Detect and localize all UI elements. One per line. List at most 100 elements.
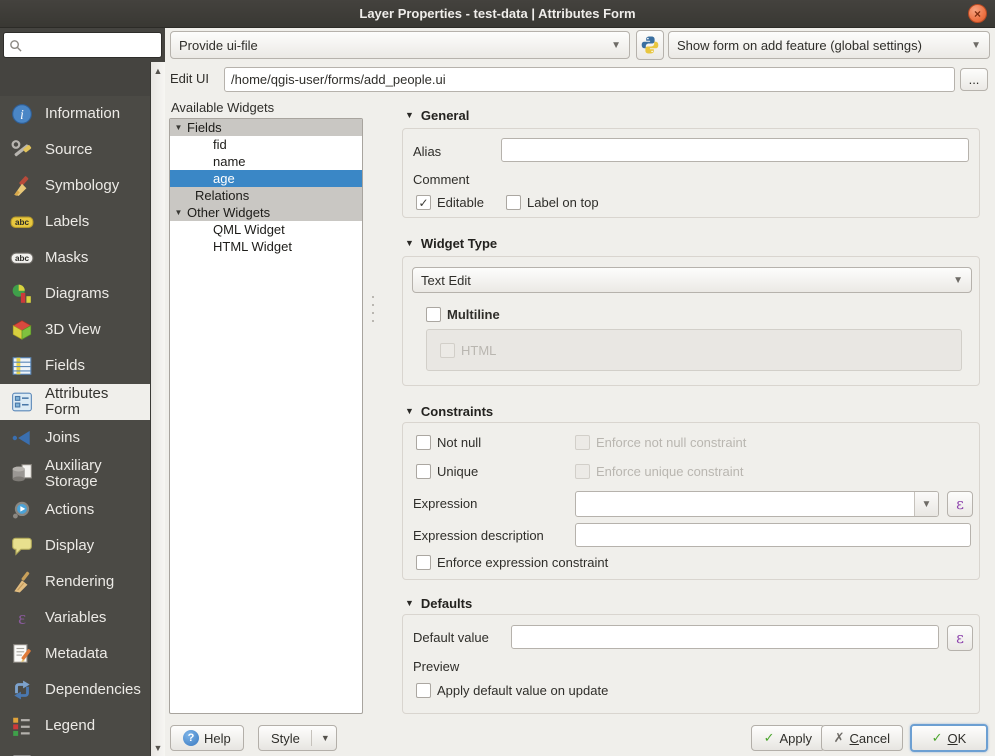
python-init-button[interactable] [636, 30, 664, 60]
tree-item-other-widgets[interactable]: ▼ Other Widgets [170, 204, 362, 221]
available-widgets-title: Available Widgets [171, 100, 274, 115]
editable-checkbox-row[interactable]: ✓ Editable [416, 195, 484, 210]
sidebar-item-actions[interactable]: Actions [0, 492, 150, 528]
collapse-icon: ▼ [405, 110, 414, 120]
widget-type-value: Text Edit [421, 273, 471, 288]
cancel-button[interactable]: ✗ Cancel [821, 725, 903, 751]
dialog-footer: ? Help Style ▼ ✓ Apply ✗ Cancel ✓ OK [165, 722, 995, 756]
sidebar-item-fields[interactable]: Fields [0, 348, 150, 384]
sidebar-item-qgis-server[interactable]: QGIS Server [0, 744, 150, 756]
alias-label: Alias [413, 144, 441, 159]
editable-checkbox[interactable]: ✓ [416, 195, 431, 210]
ok-button[interactable]: ✓ OK [910, 724, 988, 752]
section-general[interactable]: ▼ General [397, 106, 469, 124]
alias-input[interactable] [501, 138, 969, 162]
sidebar-item-3d-view[interactable]: 3D View [0, 312, 150, 348]
multiline-options-box: HTML [426, 329, 962, 371]
close-icon[interactable]: × [968, 4, 987, 23]
help-button[interactable]: ? Help [170, 725, 244, 751]
available-widgets-tree: ▼ Fields fid name age Relations ▼ Other … [169, 118, 363, 714]
unique-checkbox-row[interactable]: Unique [416, 464, 478, 479]
tree-item-qml-widget[interactable]: QML Widget [170, 221, 362, 238]
apply-button-label: Apply [779, 731, 812, 746]
label-on-top-checkbox-row[interactable]: Label on top [506, 195, 599, 210]
splitter-handle[interactable] [370, 296, 376, 322]
sidebar-item-dependencies[interactable]: Dependencies [0, 672, 150, 708]
attributes-form-icon [10, 390, 34, 414]
sidebar-item-label: Variables [45, 610, 106, 627]
tree-item-html-widget[interactable]: HTML Widget [170, 238, 362, 255]
sidebar-item-labels[interactable]: abc Labels [0, 204, 150, 240]
sidebar-item-information[interactable]: i Information [0, 96, 150, 132]
enforce-expression-checkbox[interactable] [416, 555, 431, 570]
multiline-checkbox-row[interactable]: Multiline [426, 307, 500, 322]
multiline-label: Multiline [447, 307, 500, 322]
tree-item-label: name [213, 154, 246, 169]
tree-item-relations[interactable]: Relations [170, 187, 362, 204]
sidebar-item-label: Display [45, 538, 94, 555]
label-on-top-checkbox[interactable] [506, 195, 521, 210]
browse-button[interactable]: ... [960, 68, 988, 91]
not-null-checkbox-row[interactable]: Not null [416, 435, 481, 450]
unique-checkbox[interactable] [416, 464, 431, 479]
section-title: General [421, 108, 469, 123]
auxiliary-storage-icon [10, 462, 34, 486]
svg-text:abc: abc [15, 254, 30, 263]
sidebar-item-source[interactable]: Source [0, 132, 150, 168]
display-icon [10, 534, 34, 558]
sidebar-item-metadata[interactable]: Metadata [0, 636, 150, 672]
default-expression-builder-button[interactable]: ε [947, 625, 973, 651]
default-value-label: Default value [413, 630, 489, 645]
collapse-icon: ▼ [405, 598, 414, 608]
tree-item-label: age [213, 171, 235, 186]
sidebar-item-symbology[interactable]: Symbology [0, 168, 150, 204]
sidebar-item-legend[interactable]: Legend [0, 708, 150, 744]
tree-item-age[interactable]: age [170, 170, 362, 187]
tree-item-fields[interactable]: ▼ Fields [170, 119, 362, 136]
tree-item-name[interactable]: name [170, 153, 362, 170]
multiline-checkbox[interactable] [426, 307, 441, 322]
edit-ui-label: Edit UI [170, 71, 209, 86]
sidebar-item-attributes-form[interactable]: Attributes Form [0, 384, 150, 420]
chevron-down-icon[interactable]: ▼ [914, 492, 938, 516]
expression-description-input[interactable] [575, 523, 971, 547]
apply-default-on-update-checkbox-row[interactable]: Apply default value on update [416, 683, 608, 698]
expression-builder-button[interactable]: ε [947, 491, 973, 517]
sidebar-scrollbar[interactable]: ▼ [150, 96, 165, 756]
enforce-unique-checkbox-row: Enforce unique constraint [575, 464, 743, 479]
widget-type-dropdown[interactable]: Text Edit ▼ [412, 267, 972, 293]
collapse-icon: ▼ [405, 406, 414, 416]
enforce-unique-checkbox [575, 464, 590, 479]
style-button[interactable]: Style ▼ [258, 725, 337, 751]
ui-mode-dropdown[interactable]: Provide ui-file ▼ [170, 31, 630, 59]
expression-dropdown[interactable]: ▼ [575, 491, 939, 517]
sidebar-item-rendering[interactable]: Rendering [0, 564, 150, 600]
sidebar-item-masks[interactable]: abc Masks [0, 240, 150, 276]
titlebar[interactable]: Layer Properties - test-data | Attribute… [0, 0, 995, 28]
label-on-top-label: Label on top [527, 195, 599, 210]
section-defaults[interactable]: ▼ Defaults [397, 594, 472, 612]
cube-3d-icon [10, 318, 34, 342]
apply-default-on-update-checkbox[interactable] [416, 683, 431, 698]
sidebar-item-diagrams[interactable]: Diagrams [0, 276, 150, 312]
search-box[interactable] [3, 32, 162, 58]
section-constraints[interactable]: ▼ Constraints [397, 402, 493, 420]
enforce-expression-checkbox-row[interactable]: Enforce expression constraint [416, 555, 608, 570]
feature-mode-dropdown[interactable]: Show form on add feature (global setting… [668, 31, 990, 59]
enforce-not-null-checkbox [575, 435, 590, 450]
sidebar-item-joins[interactable]: Joins [0, 420, 150, 456]
edit-ui-path-input[interactable] [224, 67, 955, 92]
svg-text:ε: ε [18, 608, 26, 629]
not-null-checkbox[interactable] [416, 435, 431, 450]
sidebar-item-auxiliary-storage[interactable]: Auxiliary Storage [0, 456, 150, 492]
sidebar-scroll-up[interactable]: ▲ [150, 62, 165, 96]
sidebar-item-display[interactable]: Display [0, 528, 150, 564]
apply-button[interactable]: ✓ Apply [751, 725, 825, 751]
search-input[interactable] [26, 38, 156, 53]
section-widget-type[interactable]: ▼ Widget Type [397, 234, 497, 252]
sidebar-item-label: Legend [45, 718, 95, 735]
sidebar-item-label: Rendering [45, 574, 114, 591]
default-value-input[interactable] [511, 625, 939, 649]
tree-item-fid[interactable]: fid [170, 136, 362, 153]
sidebar-item-variables[interactable]: ε Variables [0, 600, 150, 636]
